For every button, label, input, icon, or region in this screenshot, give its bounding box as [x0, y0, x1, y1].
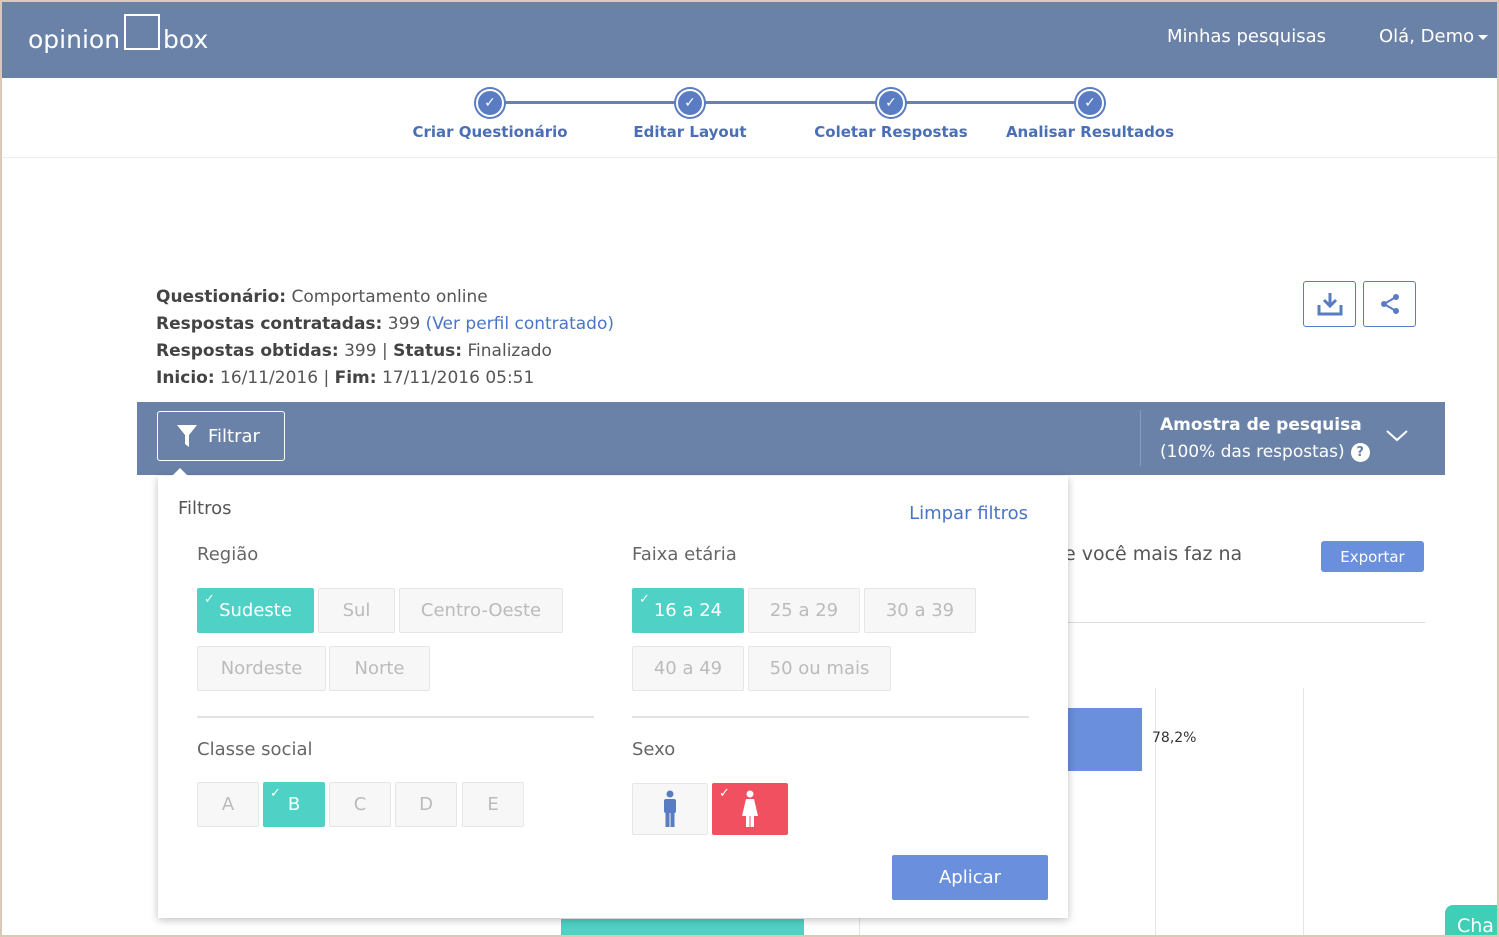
chevron-down-icon[interactable]: [1385, 428, 1409, 444]
age-chip-40-49[interactable]: 40 a 49: [632, 646, 744, 691]
chart-gridline: [1303, 688, 1304, 935]
chart-bar: [1064, 708, 1142, 771]
check-icon: ✓: [877, 89, 905, 117]
social-class-title: Classe social: [197, 739, 313, 760]
question-title-fragment: e você mais faz na: [1064, 543, 1243, 565]
check-icon: ✓: [676, 89, 704, 117]
step-label: Criar Questionário: [412, 123, 568, 141]
divider: [1064, 622, 1425, 623]
status-label: Status:: [393, 341, 463, 361]
user-greeting: Olá, Demo: [1379, 26, 1475, 47]
sex-option-male[interactable]: [632, 783, 708, 835]
section-divider: [197, 716, 594, 718]
progress-stepper: ✓ Criar Questionário ✓ Editar Layout ✓ C…: [2, 78, 1497, 158]
share-button[interactable]: [1363, 281, 1416, 327]
filters-panel: Filtros Limpar filtros Região Sudeste Su…: [158, 476, 1068, 918]
panel-pointer: [172, 468, 188, 476]
opinionbox-logo[interactable]: opinion box: [28, 12, 208, 54]
class-chip-e[interactable]: E: [462, 782, 524, 827]
step-label: Editar Layout: [633, 123, 747, 141]
region-chip-sudeste[interactable]: Sudeste: [197, 588, 314, 633]
contracted-row: Respostas contratadas: 399 (Ver perfil c…: [156, 311, 614, 338]
logo-text-right: box: [163, 25, 209, 54]
caret-down-icon: [1478, 34, 1489, 40]
dates-row: Inicio: 16/11/2016 | Fim: 17/11/2016 05:…: [156, 365, 614, 392]
export-button[interactable]: Exportar: [1321, 541, 1424, 572]
start-value: 16/11/2016: [220, 368, 319, 388]
filter-button[interactable]: Filtrar: [157, 411, 285, 461]
age-title: Faixa etária: [632, 544, 737, 565]
apply-button[interactable]: Aplicar: [892, 855, 1048, 900]
region-chip-sul[interactable]: Sul: [318, 588, 395, 633]
status-value: Finalizado: [467, 341, 552, 361]
chart-bar: [561, 919, 804, 935]
sample-selector[interactable]: Amostra de pesquisa (100% das respostas)…: [1160, 412, 1370, 466]
logo-box-icon: [124, 14, 161, 50]
age-chip-50-plus[interactable]: 50 ou mais: [748, 646, 891, 691]
chart-gridline: [1155, 688, 1156, 935]
sample-title: Amostra de pesquisa: [1160, 415, 1362, 435]
top-navbar: opinion box Minhas pesquisas Olá, Demo: [2, 2, 1497, 78]
age-chip-16-24[interactable]: 16 a 24: [632, 588, 744, 633]
questionnaire-label: Questionário:: [156, 287, 287, 307]
class-chip-b[interactable]: B: [263, 782, 325, 827]
app-window: opinion box Minhas pesquisas Olá, Demo ✓…: [0, 0, 1499, 937]
step-label: Coletar Respostas: [814, 123, 968, 141]
step-criar-questionario[interactable]: ✓ Criar Questionário: [390, 89, 590, 141]
logo-text-left: opinion: [28, 25, 121, 54]
step-analisar-resultados[interactable]: ✓ Analisar Resultados: [990, 89, 1190, 141]
age-chip-30-39[interactable]: 30 a 39: [864, 588, 976, 633]
step-label: Analisar Resultados: [1005, 123, 1175, 141]
sex-option-female[interactable]: [712, 783, 788, 835]
separator: |: [323, 368, 330, 388]
divider: [1140, 410, 1141, 466]
download-button[interactable]: [1303, 281, 1356, 327]
my-surveys-link[interactable]: Minhas pesquisas: [1167, 26, 1326, 47]
start-label: Inicio:: [156, 368, 215, 388]
obtained-value: 399: [344, 341, 377, 361]
male-icon: [664, 790, 676, 827]
filters-title: Filtros: [178, 498, 232, 519]
clear-filters-link[interactable]: Limpar filtros: [909, 503, 1028, 524]
view-contracted-profile-link[interactable]: (Ver perfil contratado): [426, 314, 614, 334]
chat-widget-button[interactable]: Cha: [1445, 905, 1497, 935]
class-chip-c[interactable]: C: [329, 782, 391, 827]
contracted-label: Respostas contratadas:: [156, 314, 383, 334]
filter-label: Filtrar: [208, 425, 260, 447]
step-editar-layout[interactable]: ✓ Editar Layout: [590, 89, 790, 141]
sex-title: Sexo: [632, 739, 676, 760]
survey-info: Questionário: Comportamento online Respo…: [156, 284, 614, 392]
filter-toolbar: Filtrar Amostra de pesquisa (100% das re…: [137, 402, 1445, 475]
download-icon: [1317, 293, 1342, 316]
region-title: Região: [197, 544, 259, 565]
chart-bar-label: 78,2%: [1152, 730, 1197, 746]
age-chip-25-29[interactable]: 25 a 29: [748, 588, 860, 633]
questionnaire-value: Comportamento online: [291, 287, 488, 307]
step-coletar-respostas[interactable]: ✓ Coletar Respostas: [791, 89, 991, 141]
share-icon: [1380, 294, 1399, 314]
female-icon: [742, 790, 758, 827]
questionnaire-row: Questionário: Comportamento online: [156, 284, 614, 311]
user-menu[interactable]: Olá, Demo: [1379, 26, 1489, 47]
sample-subtitle: (100% das respostas): [1160, 442, 1345, 462]
separator: |: [381, 341, 388, 361]
check-icon: ✓: [476, 89, 504, 117]
contracted-value: 399: [387, 314, 421, 334]
help-icon[interactable]: ?: [1350, 442, 1370, 462]
region-chip-nordeste[interactable]: Nordeste: [197, 646, 326, 691]
end-value: 17/11/2016 05:51: [381, 368, 535, 388]
region-chip-centro-oeste[interactable]: Centro-Oeste: [399, 588, 563, 633]
funnel-icon: [177, 425, 197, 447]
class-chip-d[interactable]: D: [395, 782, 457, 827]
end-label: Fim:: [334, 368, 377, 388]
section-divider: [632, 716, 1029, 718]
check-icon: ✓: [1076, 89, 1104, 117]
class-chip-a[interactable]: A: [197, 782, 259, 827]
region-chip-norte[interactable]: Norte: [329, 646, 430, 691]
obtained-row: Respostas obtidas: 399 | Status: Finaliz…: [156, 338, 614, 365]
sample-subtitle-row: (100% das respostas)?: [1160, 439, 1370, 466]
obtained-label: Respostas obtidas:: [156, 341, 339, 361]
